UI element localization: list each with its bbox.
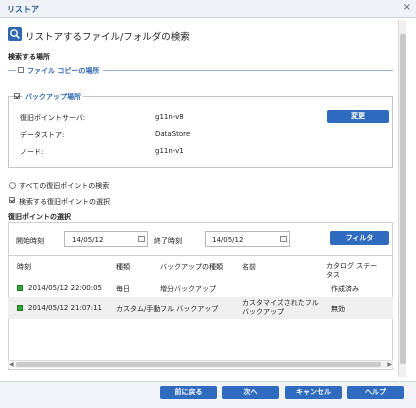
row-time: 2014/05/12 21:07:11 bbox=[28, 304, 103, 312]
column-header-backup-type[interactable]: バックアップの種類 bbox=[160, 262, 223, 272]
row-time: 2014/05/12 22:00:05 bbox=[28, 284, 103, 292]
back-button[interactable]: 前に戻る bbox=[160, 386, 217, 399]
column-header-type[interactable]: 種類 bbox=[116, 262, 130, 272]
start-date-value: 14/05/12 bbox=[72, 236, 104, 244]
help-button[interactable]: ヘルプ bbox=[347, 386, 404, 399]
search-icon bbox=[8, 27, 22, 41]
vertical-scrollbar[interactable] bbox=[398, 20, 406, 377]
all-points-radio[interactable] bbox=[9, 182, 16, 189]
datastore-value: DataStore bbox=[155, 130, 191, 138]
calendar-icon[interactable] bbox=[138, 236, 145, 242]
filter-button[interactable]: フィルタ bbox=[330, 231, 389, 245]
vertical-scroll-thumb[interactable] bbox=[400, 34, 406, 364]
all-points-label: すべての復旧ポイントの検索 bbox=[19, 182, 110, 190]
recovery-server-value: g11n-v8 bbox=[155, 113, 184, 121]
end-date-value: 14/05/12 bbox=[212, 236, 244, 244]
title-bar bbox=[0, 0, 416, 18]
row-status: 無効 bbox=[331, 305, 345, 313]
start-time-label: 開始時刻 bbox=[16, 237, 44, 245]
end-date-field[interactable]: 14/05/12 bbox=[205, 231, 290, 247]
select-points-checkbox[interactable] bbox=[9, 197, 15, 203]
row-backup-type: フル バックアップ bbox=[160, 305, 219, 313]
search-location-label: 検索する場所 bbox=[8, 53, 50, 61]
divider bbox=[103, 70, 393, 71]
recovery-point-icon bbox=[17, 305, 23, 311]
select-points-label: 検索する復旧ポイントの選択 bbox=[19, 198, 110, 206]
horizontal-scroll-thumb[interactable] bbox=[16, 362, 381, 367]
row-type: 毎日 bbox=[116, 285, 130, 293]
column-header-time[interactable]: 時刻 bbox=[17, 262, 31, 272]
row-name: カスタマイズされたフル バックアップ bbox=[242, 299, 319, 316]
file-copy-checkbox[interactable] bbox=[18, 67, 24, 73]
recovery-server-label: 復旧ポイントサーバ: bbox=[20, 114, 86, 122]
node-label: ノード: bbox=[20, 148, 44, 156]
column-header-catalog-status[interactable]: カタログ ステータス bbox=[326, 262, 384, 280]
recovery-point-icon bbox=[17, 285, 23, 291]
horizontal-scrollbar[interactable]: ◀ ▶ bbox=[8, 360, 393, 368]
backup-location-checkbox[interactable] bbox=[14, 93, 20, 99]
recovery-select-label: 復旧ポイントの選択 bbox=[8, 213, 71, 221]
next-button[interactable]: 次へ bbox=[222, 386, 279, 399]
close-icon[interactable]: × bbox=[403, 2, 411, 13]
column-header-name[interactable]: 名前 bbox=[242, 262, 256, 272]
end-time-label: 終了時刻 bbox=[154, 237, 182, 245]
scroll-left-icon[interactable]: ◀ bbox=[9, 361, 14, 368]
window-title: リストア bbox=[7, 5, 39, 14]
row-type: カスタム/手動 bbox=[116, 305, 161, 313]
change-button[interactable]: 変更 bbox=[327, 110, 389, 123]
start-date-field[interactable]: 14/05/12 bbox=[64, 231, 148, 247]
page-title: リストアするファイル/フォルダの検索 bbox=[25, 32, 190, 43]
node-value: g11n-v1 bbox=[155, 147, 184, 155]
scroll-right-icon[interactable]: ▶ bbox=[387, 361, 392, 368]
file-copy-label: ファイル コピーの場所 bbox=[27, 67, 100, 75]
divider bbox=[8, 70, 16, 71]
backup-location-label: バックアップ場所 bbox=[23, 92, 83, 102]
row-backup-type: 増分バックアップ bbox=[160, 285, 216, 293]
row-status: 作成済み bbox=[331, 285, 359, 293]
backup-location-box bbox=[8, 96, 393, 168]
calendar-icon[interactable] bbox=[280, 236, 287, 242]
datastore-label: データストア: bbox=[20, 131, 65, 139]
cancel-button[interactable]: キャンセル bbox=[285, 386, 342, 399]
